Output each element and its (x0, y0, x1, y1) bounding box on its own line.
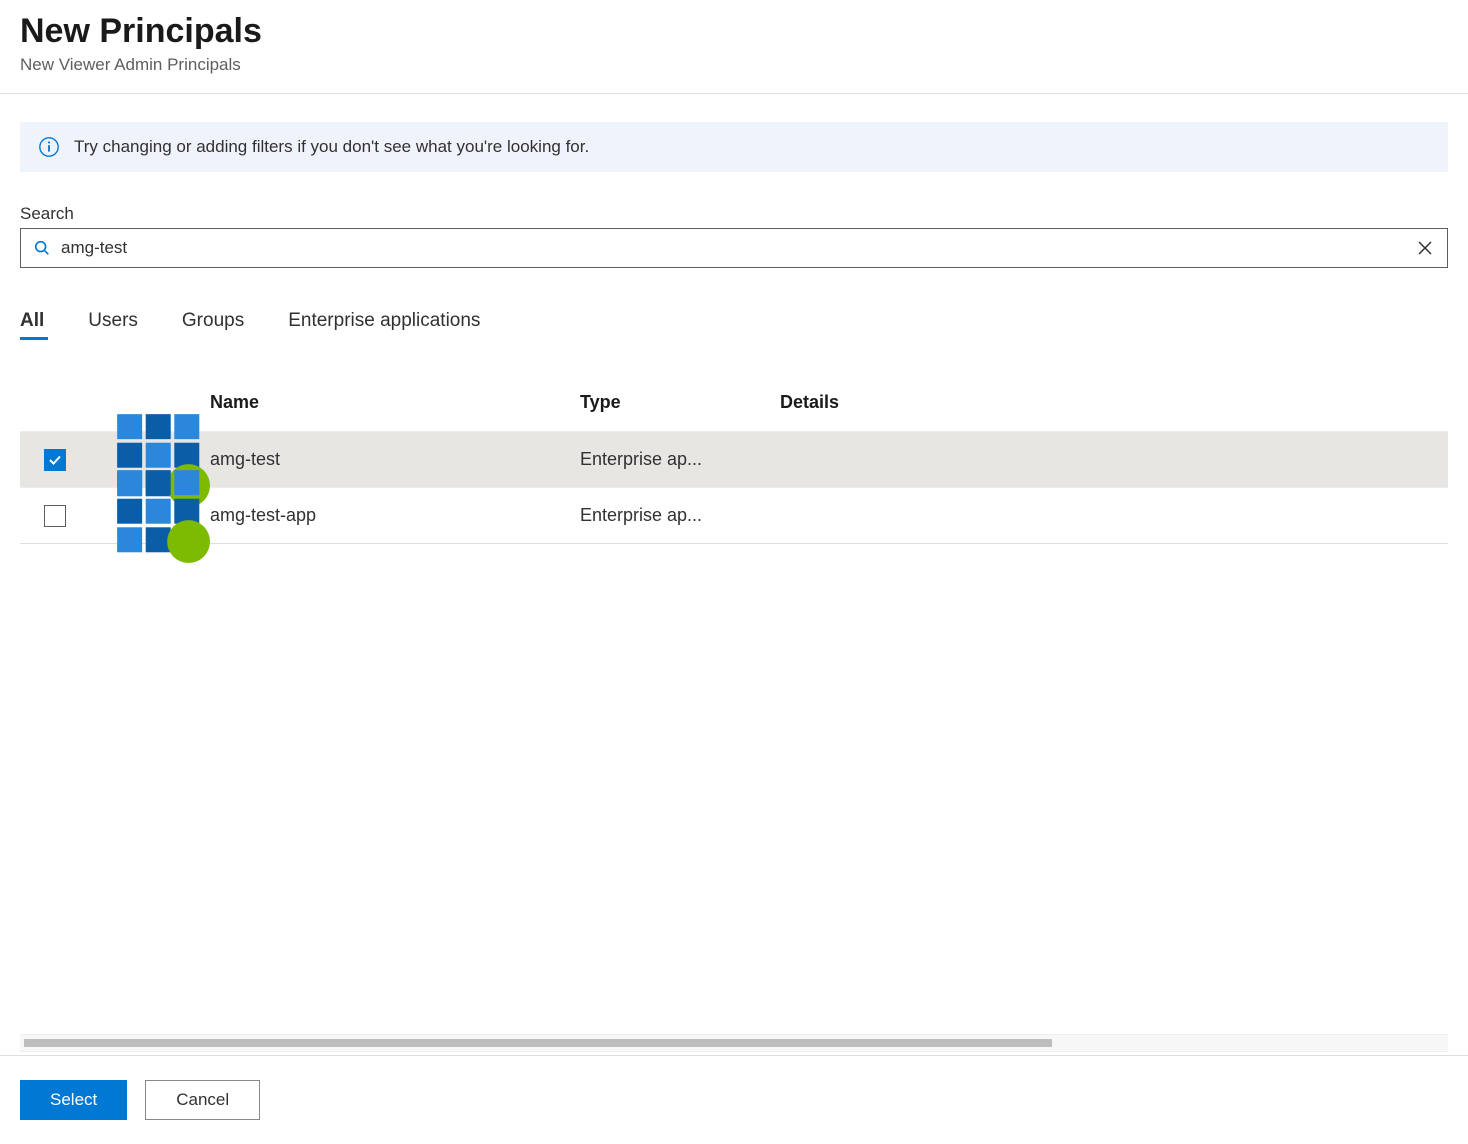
tab-enterprise-applications[interactable]: Enterprise applications (288, 310, 480, 338)
footer: Select Cancel (0, 1055, 1468, 1144)
column-name[interactable]: Name (210, 392, 580, 413)
row-checkbox[interactable] (44, 449, 66, 471)
scrollbar-thumb[interactable] (24, 1039, 1052, 1047)
column-details[interactable]: Details (780, 392, 1448, 413)
clear-icon[interactable] (1415, 238, 1435, 258)
tab-groups[interactable]: Groups (182, 310, 244, 338)
page-title: New Principals (20, 12, 1448, 51)
tab-users[interactable]: Users (88, 310, 138, 338)
results-table: Name Type Details (20, 382, 1448, 544)
search-label: Search (20, 204, 1448, 224)
search-icon (33, 239, 51, 257)
info-bar: Try changing or adding filters if you do… (20, 122, 1448, 172)
cancel-button[interactable]: Cancel (145, 1080, 260, 1120)
row-checkbox[interactable] (44, 505, 66, 527)
search-box[interactable] (20, 228, 1448, 268)
row-name: amg-test (210, 449, 580, 470)
row-type: Enterprise ap... (580, 449, 780, 470)
info-icon (38, 136, 60, 158)
column-type[interactable]: Type (580, 392, 780, 413)
table-row[interactable]: amg-test-app Enterprise ap... (20, 487, 1448, 543)
table-row[interactable]: amg-test Enterprise ap... (20, 431, 1448, 487)
search-input[interactable] (61, 238, 1405, 258)
table-header: Name Type Details (20, 382, 1448, 431)
enterprise-app-icon (110, 547, 210, 567)
select-button[interactable]: Select (20, 1080, 127, 1120)
row-name: amg-test-app (210, 505, 580, 526)
tab-all[interactable]: All (20, 310, 44, 338)
horizontal-scrollbar[interactable] (20, 1034, 1448, 1052)
divider (0, 93, 1468, 94)
filter-tabs: All Users Groups Enterprise applications (20, 310, 1448, 338)
row-type: Enterprise ap... (580, 505, 780, 526)
page-subtitle: New Viewer Admin Principals (20, 55, 1448, 75)
info-message: Try changing or adding filters if you do… (74, 137, 589, 157)
